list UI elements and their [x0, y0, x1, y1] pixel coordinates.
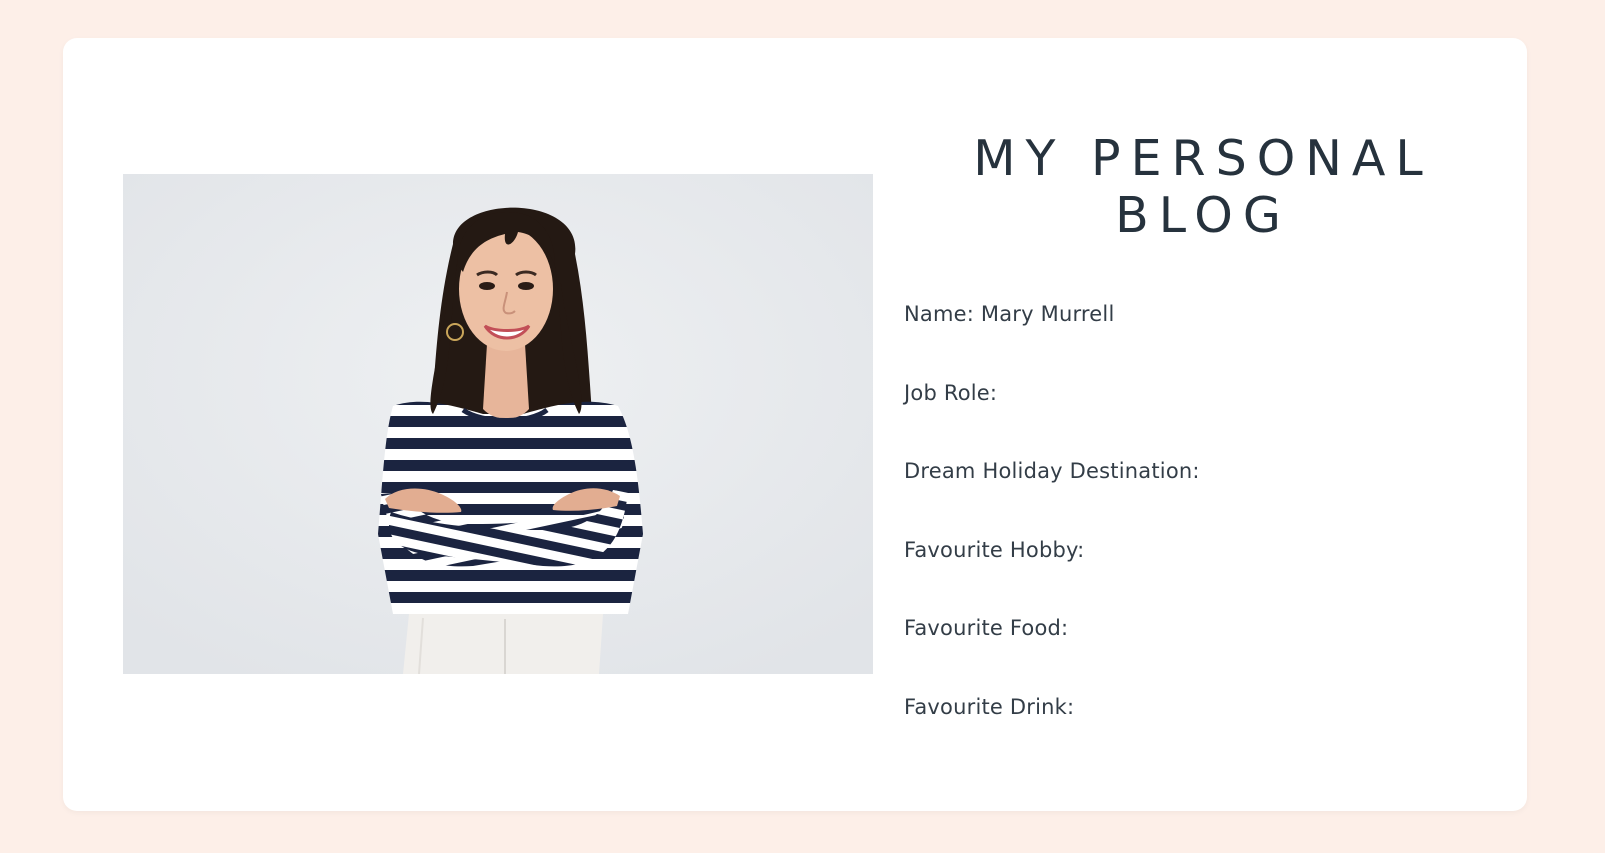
detail-favourite-food: Favourite Food: [904, 616, 1069, 641]
portrait-illustration [123, 174, 873, 674]
detail-favourite-hobby: Favourite Hobby: [904, 537, 1085, 562]
detail-job-role: Job Role: [904, 380, 998, 405]
detail-name: Name: Mary Murrell [904, 302, 1115, 326]
profile-details-list: Name: Mary Murrell Job Role: Dream Holid… [904, 299, 1200, 771]
profile-card: MY PERSONAL BLOG Name: Mary Murrell Job … [63, 38, 1527, 811]
detail-dream-holiday: Dream Holiday Destination: [904, 459, 1200, 484]
profile-photo [123, 174, 873, 674]
page-title: MY PERSONAL BLOG [973, 130, 1433, 244]
detail-favourite-drink: Favourite Drink: [904, 694, 1075, 719]
